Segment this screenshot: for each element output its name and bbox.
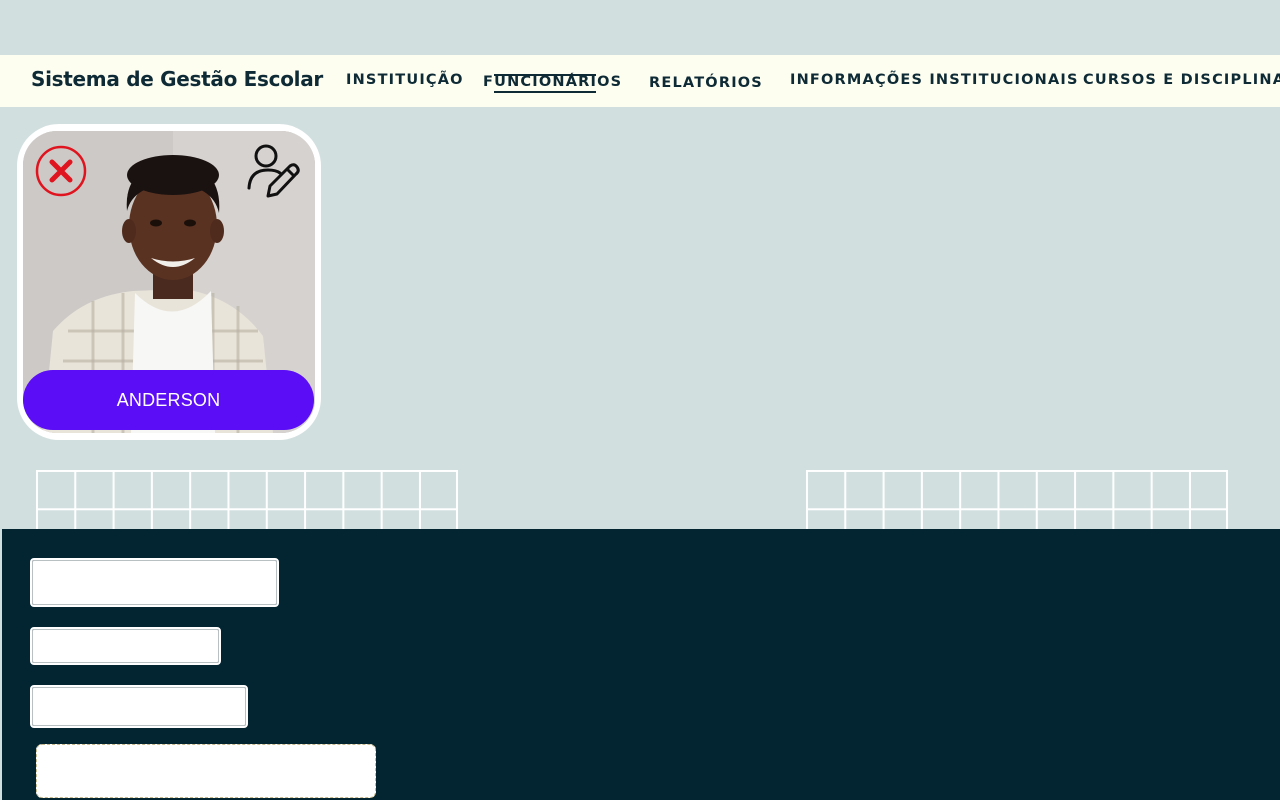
edit-employee-button[interactable]: [244, 142, 302, 202]
user-edit-icon: [247, 144, 300, 198]
remove-employee-button[interactable]: [34, 144, 88, 198]
nav-item-cursos-e-disciplinas[interactable]: CURSOS E DISCIPLINAS: [1083, 72, 1280, 88]
form-input-1[interactable]: [33, 561, 276, 604]
nav-item-instituicao[interactable]: INSTITUIÇÃO: [346, 72, 464, 88]
form-field-2[interactable]: [30, 627, 221, 665]
nav-item-relatorios[interactable]: RELATÓRIOS: [649, 75, 763, 91]
close-circle-icon: [35, 145, 87, 197]
form-field-1[interactable]: [30, 558, 279, 607]
top-navigation-bar: Sistema de Gestão Escolar INSTITUIÇÃO FU…: [0, 55, 1280, 107]
decorative-grid-left: [36, 470, 458, 530]
form-input-3[interactable]: [33, 688, 245, 725]
nav-item-informacoes-institucionais[interactable]: INFORMAÇÕES INSTITUCIONAIS: [790, 72, 1079, 88]
app-title: Sistema de Gestão Escolar: [31, 67, 323, 91]
form-input-2[interactable]: [33, 630, 218, 662]
decorative-grid-right: [806, 470, 1228, 530]
employee-name-label[interactable]: ANDERSON: [23, 370, 314, 430]
form-field-3[interactable]: [30, 685, 248, 728]
nav-item-funcionarios[interactable]: FUNCIONÁRIOS: [483, 74, 622, 93]
form-input-4[interactable]: [37, 745, 375, 797]
form-field-4[interactable]: [36, 744, 376, 798]
